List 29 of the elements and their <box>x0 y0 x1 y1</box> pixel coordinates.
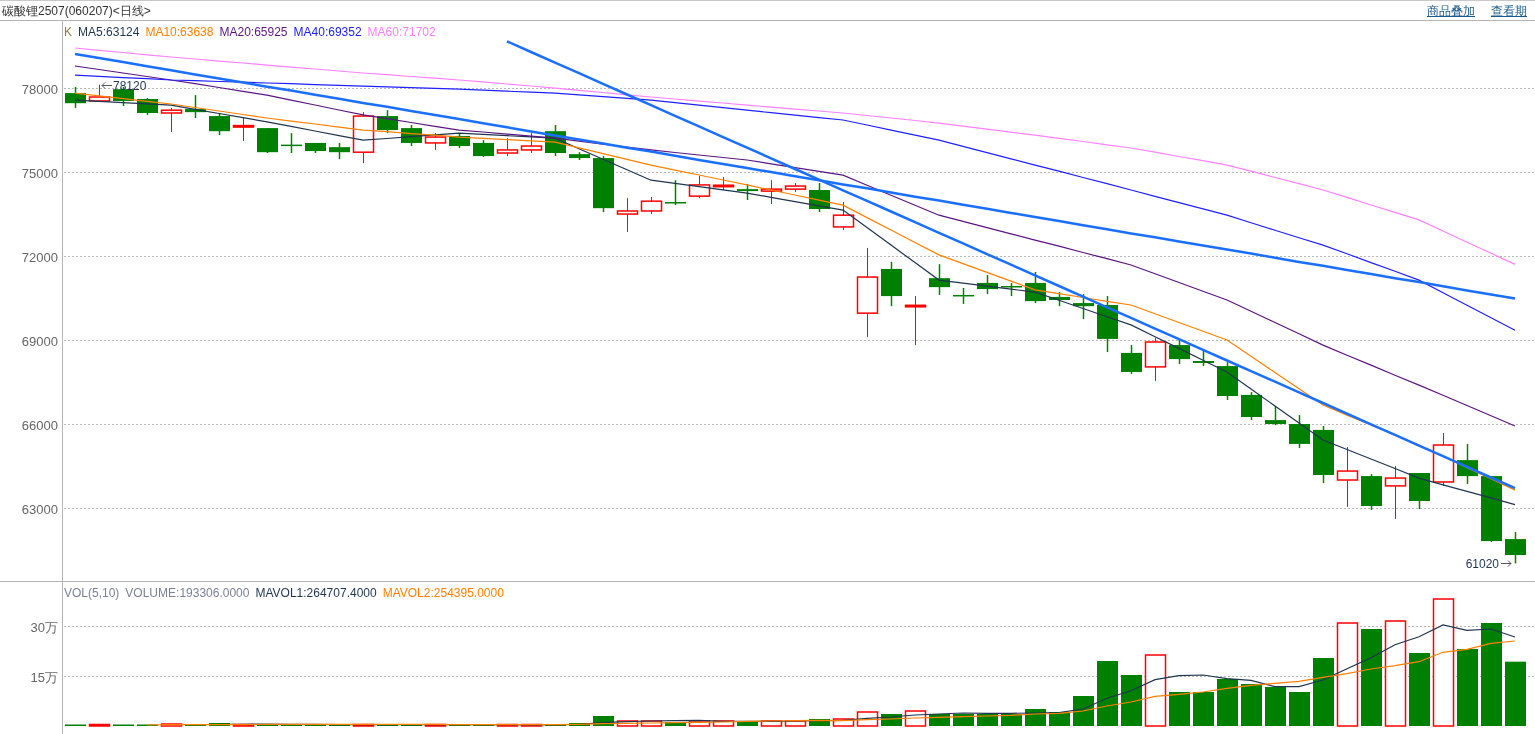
indicator-label: VOL(5,10) <box>64 585 120 602</box>
indicator-label: MA60 <box>367 24 399 41</box>
window-title: 碳酸锂2507(060207)<日线> <box>2 2 151 20</box>
axis-label: 78000 <box>21 81 58 97</box>
indicator-label: :63638 <box>176 24 214 41</box>
indicator-label: MA10 <box>145 24 177 41</box>
indicator-label: :65925 <box>250 24 288 41</box>
indicator-label: MAVOL1 <box>255 585 304 602</box>
axis-label: 15万 <box>30 669 58 685</box>
axis-label: 66000 <box>21 417 58 433</box>
indicator-label: MA40 <box>293 24 325 41</box>
indicator-label: MAVOL2 <box>382 585 431 602</box>
axis-label: 63000 <box>21 501 58 517</box>
indicator-label: :254395.0000 <box>430 585 504 602</box>
axis-label: 30万 <box>30 619 58 635</box>
indicator-label: MA5 <box>78 24 103 41</box>
axis-label: 75000 <box>21 165 58 181</box>
indicator-label: :69352 <box>324 24 362 41</box>
indicator-label: :63124 <box>102 24 140 41</box>
axis-label: 72000 <box>21 249 58 265</box>
indicator-label: K <box>64 24 72 41</box>
price-label: 61020 <box>1465 556 1499 571</box>
indicator-label: :71702 <box>398 24 436 41</box>
indicator-label: MA20 <box>219 24 251 41</box>
indicator-label: :264707.4000 <box>303 585 377 602</box>
indicator-label: :193306.0000 <box>176 585 250 602</box>
axis-label: 69000 <box>21 333 58 349</box>
price-label: 78120 <box>113 78 147 93</box>
indicator-label: VOLUME <box>125 585 177 602</box>
